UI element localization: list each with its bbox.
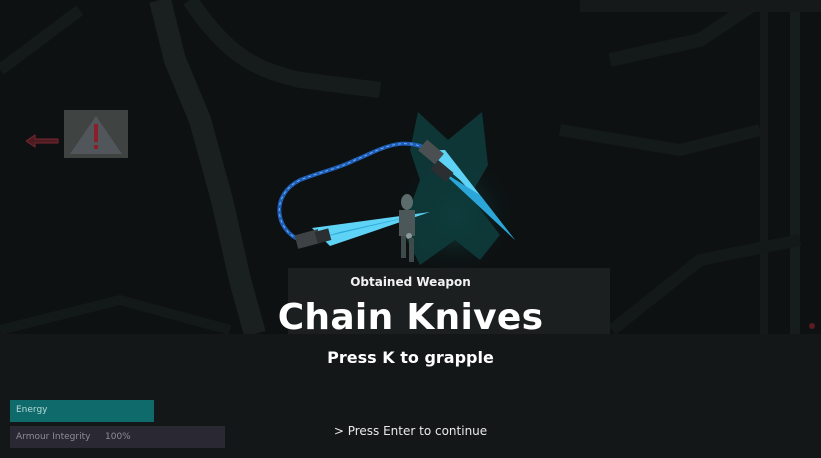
grapple-hint: Press K to grapple bbox=[327, 348, 494, 367]
armour-integrity-bar: Armour Integrity 100% bbox=[10, 426, 225, 448]
player-character-icon bbox=[399, 194, 415, 262]
armour-value: 100% bbox=[105, 432, 131, 442]
popup-subtitle: Obtained Weapon bbox=[350, 275, 471, 289]
energy-label: Energy bbox=[16, 405, 48, 415]
game-scene: Obtained Weapon Chain Knives Press K to … bbox=[0, 0, 821, 458]
weapon-name-title: Chain Knives bbox=[277, 297, 544, 338]
armour-label: Armour Integrity bbox=[16, 432, 91, 442]
energy-bar: Energy bbox=[10, 400, 154, 422]
chain-knives-icon bbox=[277, 112, 515, 275]
